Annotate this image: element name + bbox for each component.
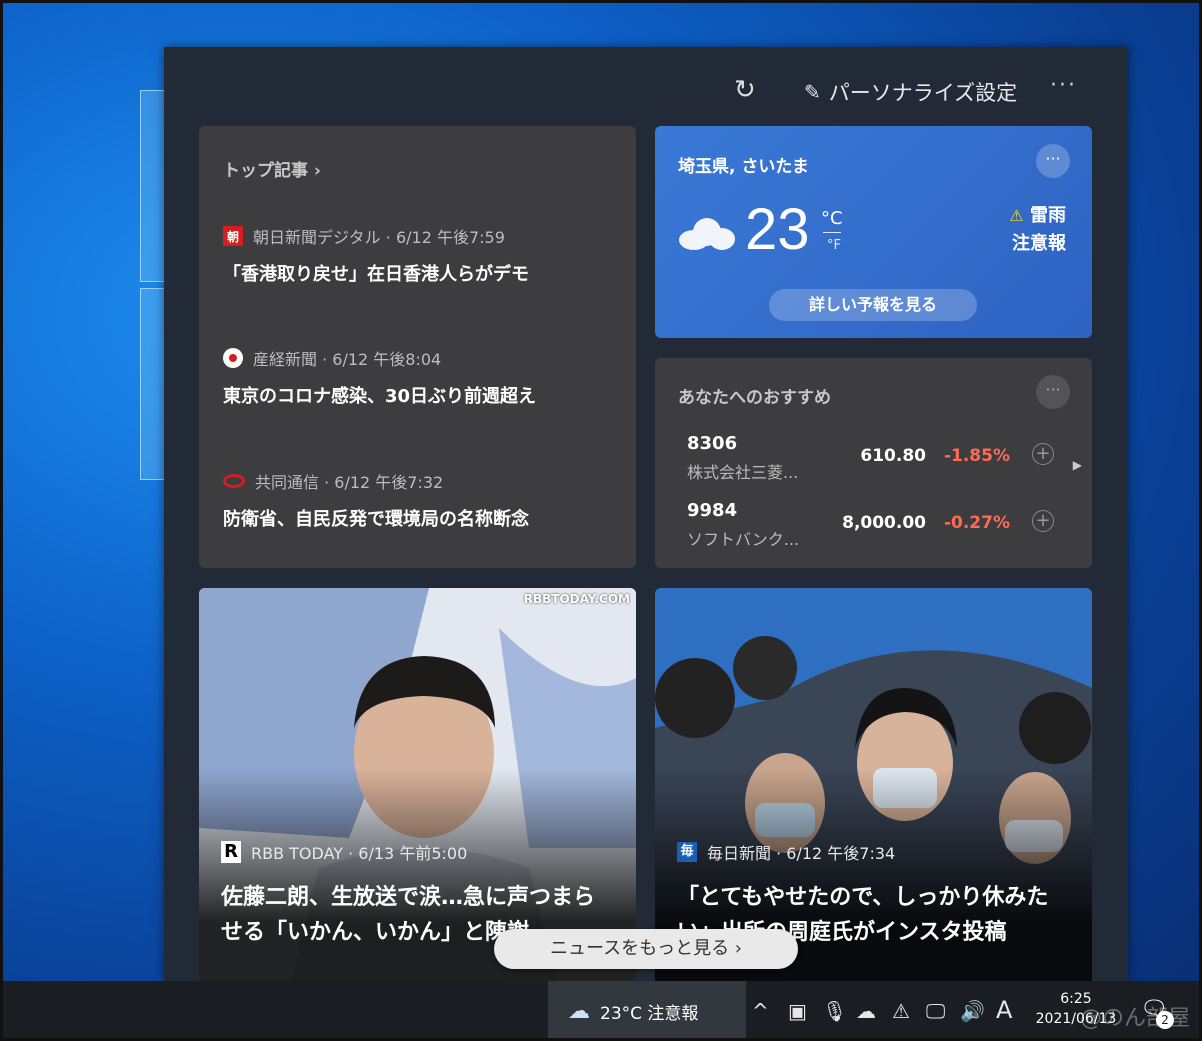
story-item[interactable]: 共同通信 · 6/12 午後7:32 防衛省、自民反発で環境局の名称断念: [223, 469, 623, 531]
stock-name: ソフトバンク...: [687, 530, 800, 549]
card-source: RBB TODAY · 6/13 午前5:00: [251, 844, 468, 863]
asahi-logo-icon: 朝: [223, 226, 243, 246]
stock-name: 株式会社三菱...: [687, 463, 799, 482]
taskbar: ☁ 23°C 注意報 ^ ▣ 🎙 ☁ ⚠ 🖵 🔊 A 6:25 2021/06/…: [0, 981, 1202, 1041]
weather-card[interactable]: 埼玉県, さいたま ··· 23 °C °F ⚠ 雷雨 注意報 詳しい予報を見る: [655, 126, 1092, 338]
personalize-label: パーソナライズ設定: [828, 81, 1018, 105]
news-and-interests-panel: ↻ ✎ パーソナライズ設定 ··· トップ記事 › 朝 朝日新聞デジタル · 6…: [164, 47, 1128, 981]
cloudy-icon: ☁: [568, 998, 590, 1024]
add-stock-icon[interactable]: +: [1032, 443, 1054, 465]
stocks-title: あなたへのおすすめ: [678, 388, 831, 408]
stock-change: -1.85%: [943, 446, 1010, 466]
microphone-icon[interactable]: 🎙: [822, 999, 847, 1023]
personalize-button[interactable]: ✎ パーソナライズ設定: [804, 77, 1017, 107]
warning-icon: ⚠: [1009, 206, 1024, 225]
network-icon[interactable]: 🖵: [926, 999, 945, 1023]
pencil-icon: ✎: [804, 80, 821, 104]
story-source: 朝日新聞デジタル · 6/12 午後7:59: [253, 228, 505, 247]
weather-alert[interactable]: ⚠ 雷雨 注意報: [1009, 202, 1066, 258]
story-item[interactable]: 産経新聞 · 6/12 午後8:04 東京のコロナ感染、30日ぶり前週超え: [223, 346, 623, 408]
rbb-logo-icon: R: [221, 841, 241, 863]
top-stories-title[interactable]: トップ記事 ›: [223, 156, 321, 181]
meet-now-icon[interactable]: ▣: [788, 999, 807, 1023]
detailed-forecast-button[interactable]: 詳しい予報を見る: [769, 289, 977, 321]
weather-location: 埼玉県, さいたま: [678, 157, 809, 177]
stock-symbol: 8306: [687, 433, 738, 454]
card-source: 毎日新聞 · 6/12 午後7:34: [707, 844, 896, 863]
unit-divider: [823, 232, 841, 233]
photo-watermark: RBBTODAY.COM: [523, 592, 630, 606]
stocks-card: あなたへのおすすめ ··· 8306 株式会社三菱... 610.80 -1.8…: [655, 358, 1092, 568]
story-headline[interactable]: 「香港取り戻せ」在日香港人らがデモ: [223, 260, 623, 286]
alert-line-2: 注意報: [1012, 233, 1066, 254]
volume-icon[interactable]: 🔊: [960, 999, 985, 1023]
story-source: 共同通信 · 6/12 午後7:32: [255, 473, 444, 492]
watermark-text: @のん部屋: [1080, 1006, 1191, 1031]
mainichi-logo-icon: 毎: [677, 842, 697, 862]
security-icon[interactable]: ⚠: [892, 999, 910, 1023]
stock-change: -0.27%: [943, 513, 1010, 533]
stock-price: 8,000.00: [842, 513, 926, 533]
show-hidden-icons-icon[interactable]: ^: [752, 999, 769, 1023]
celsius-unit[interactable]: °C: [821, 208, 843, 229]
stock-row[interactable]: 8306 株式会社三菱... 610.80 -1.85% +: [687, 433, 1054, 493]
stock-price: 610.80: [860, 446, 926, 466]
story-item[interactable]: 朝 朝日新聞デジタル · 6/12 午後7:59 「香港取り戻せ」在日香港人らが…: [223, 224, 623, 286]
temperature: 23: [745, 197, 810, 262]
add-stock-icon[interactable]: +: [1032, 510, 1054, 532]
more-options-icon[interactable]: ···: [1050, 73, 1077, 98]
news-image-card[interactable]: 毎 毎日新聞 · 6/12 午後7:34 「とてもやせたので、しっかり休みたい」…: [655, 588, 1092, 981]
onedrive-error-icon[interactable]: ☁: [856, 999, 876, 1023]
see-more-news-button[interactable]: ニュースをもっと見る ›: [494, 929, 798, 969]
taskbar-weather-label: 23°C 注意報: [600, 1003, 699, 1024]
story-headline[interactable]: 東京のコロナ感染、30日ぶり前週超え: [223, 382, 623, 408]
stock-row[interactable]: 9984 ソフトバンク... 8,000.00 -0.27% +: [687, 500, 1054, 560]
refresh-icon[interactable]: ↻: [734, 75, 756, 105]
kyodo-logo-icon: [223, 474, 245, 488]
news-image-card[interactable]: RBBTODAY.COM R RBB TODAY · 6/13 午前5:00 佐…: [199, 588, 636, 981]
more-options-icon[interactable]: ···: [1036, 375, 1070, 409]
ime-indicator[interactable]: A: [996, 996, 1012, 1024]
story-source: 産経新聞 · 6/12 午後8:04: [253, 350, 442, 369]
story-headline[interactable]: 防衛省、自民反発で環境局の名称断念: [223, 505, 623, 531]
stock-symbol: 9984: [687, 500, 738, 521]
fahrenheit-unit[interactable]: °F: [827, 238, 841, 253]
taskbar-weather-button[interactable]: ☁ 23°C 注意報: [548, 981, 746, 1041]
sankei-logo-icon: [223, 348, 243, 368]
alert-line-1: 雷雨: [1030, 205, 1066, 226]
top-stories-card: トップ記事 › 朝 朝日新聞デジタル · 6/12 午後7:59 「香港取り戻せ…: [199, 126, 636, 568]
cloudy-icon: [679, 218, 735, 250]
next-arrow-icon[interactable]: ▶: [1073, 458, 1082, 472]
more-options-icon[interactable]: ···: [1036, 144, 1070, 178]
panel-toolbar: ↻ ✎ パーソナライズ設定 ···: [164, 47, 1128, 127]
